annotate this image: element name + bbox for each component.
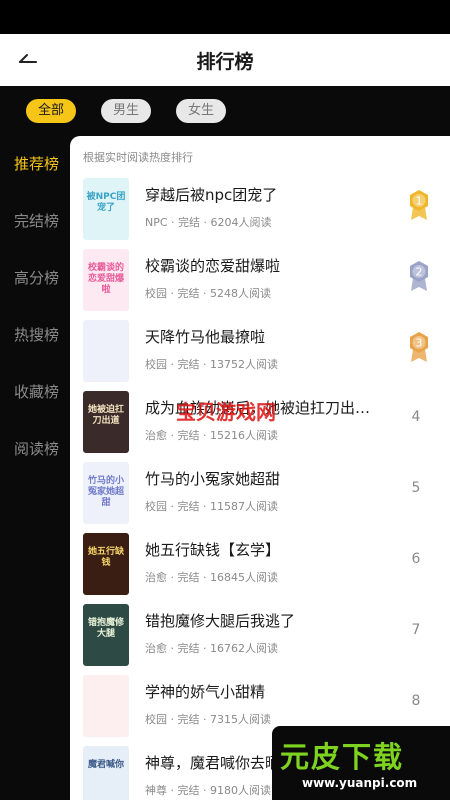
rank-number: 4 [411,409,421,425]
book-cover-text: 校霸谈的恋爱甜爆啦 [87,263,124,295]
book-cover-text: 她五行缺钱 [87,547,124,568]
tab-female[interactable]: 女生 [176,99,227,123]
sidebar-item-reading[interactable]: 阅读榜 [0,421,70,478]
book-meta: 校园 · 完结 · 13752人阅读 [145,358,278,371]
book-meta: 校园 · 完结 · 5248人阅读 [145,287,271,300]
book-title: 穿越后被npc团宠了 [145,186,278,204]
book-cover-text: 错抱魔修大腿 [87,618,124,639]
book-list-item[interactable]: 校霸谈的恋爱甜爆啦 校霸谈的恋爱甜爆啦校园 · 完结 · 5248人阅读 2 [70,249,450,320]
rank-medal-icon: 1 [410,190,428,220]
status-bar [0,0,450,34]
book-meta: 治愈 · 完结 · 16762人阅读 [145,642,278,655]
ranking-hint: 根据实时阅读热度排行 [83,151,193,164]
book-cover: 错抱魔修大腿 [83,604,129,666]
book-cover-text: 魔君喊你 [87,760,124,770]
book-title: 成为血族幼崽后，她被迫扛刀出… [145,399,371,417]
ranking-sidebar: 推荐榜 完结榜 高分榜 热搜榜 收藏榜 阅读榜 [0,136,70,478]
rank-number: 3 [416,337,423,350]
book-title: 校霸谈的恋爱甜爆啦 [145,257,281,275]
book-meta: 神尊 · 完结 · 9180人阅读 [145,784,271,797]
book-list-item[interactable]: 错抱魔修大腿 错抱魔修大腿后我逃了治愈 · 完结 · 16762人阅读 7 [70,604,450,675]
sidebar-item-favorites[interactable]: 收藏榜 [0,364,70,421]
watermark-corner-url: www.yuanpi.com [302,776,418,790]
book-list-item[interactable]: 她被迫扛刀出道 成为血族幼崽后，她被迫扛刀出… 治愈 · 完结 · 15216人阅读… [70,391,450,462]
sidebar-item-recommend[interactable]: 推荐榜 [0,136,70,193]
book-cover [83,675,129,737]
rank-number: 6 [411,551,421,567]
sidebar-item-hot-search[interactable]: 热搜榜 [0,307,70,364]
book-cover: 竹马的小冤家她超甜 [83,462,129,524]
back-button[interactable] [14,46,42,74]
book-cover [83,320,129,382]
ranking-page: 排行榜 全部 男生 女生 推荐榜 完结榜 高分榜 热搜榜 收藏榜 阅读榜 根据实… [0,0,450,800]
rank-number: 1 [416,195,423,208]
book-cover: 她五行缺钱 [83,533,129,595]
rank-number: 7 [411,622,421,638]
back-arrow-icon [19,54,37,63]
book-title: 竹马的小冤家她超甜 [145,470,281,488]
gender-tabs: 全部 男生 女生 [0,86,450,136]
book-cover-text: 被NPC团宠了 [86,192,126,213]
book-title: 天降竹马他最撩啦 [145,328,266,346]
book-cover-text: 竹马的小冤家她超甜 [87,476,124,508]
book-cover: 校霸谈的恋爱甜爆啦 [83,249,129,311]
book-list-item[interactable]: 被NPC团宠了 穿越后被npc团宠了 NPC · 完结 · 6204人阅读 1 [70,178,450,249]
ranking-list-panel: 根据实时阅读热度排行 被NPC团宠了 穿越后被npc团宠了 NPC · 完结 · 6… [70,136,450,800]
book-title: 她五行缺钱【玄学】 [145,541,281,559]
watermark-corner-main: 元皮下载 [280,740,405,774]
rank-medal-icon: 3 [410,332,428,362]
rank-medal-icon: 2 [410,261,428,291]
book-meta: 治愈 · 完结 · 16845人阅读 [145,571,278,584]
book-meta: 治愈 · 完结 · 15216人阅读 [145,429,278,442]
sidebar-item-high-score[interactable]: 高分榜 [0,250,70,307]
book-meta: NPC · 完结 · 6204人阅读 [145,216,272,229]
book-cover: 魔君喊你 [83,746,129,800]
rank-number: 2 [416,266,423,279]
book-cover: 被NPC团宠了 [83,178,129,240]
sidebar-item-completed[interactable]: 完结榜 [0,193,70,250]
book-list-item[interactable]: 竹马的小冤家她超甜 竹马的小冤家她超甜校园 · 完结 · 11587人阅读 5 [70,462,450,533]
rank-number: 5 [411,480,421,496]
page-title: 排行榜 [196,50,254,73]
book-title: 学神的娇气小甜精 [145,683,266,701]
book-cover-text: 她被迫扛刀出道 [87,405,124,426]
rank-number: 8 [411,693,421,709]
book-meta: 校园 · 完结 · 11587人阅读 [145,500,278,513]
tab-male[interactable]: 男生 [101,99,152,123]
book-list-item[interactable]: 天降竹马他最撩啦校园 · 完结 · 13752人阅读 3 [70,320,450,391]
tab-all[interactable]: 全部 [26,99,77,123]
book-meta: 校园 · 完结 · 7315人阅读 [145,713,271,726]
book-list-item[interactable]: 她五行缺钱 她五行缺钱【玄学】治愈 · 完结 · 16845人阅读 6 [70,533,450,604]
book-cover: 她被迫扛刀出道 [83,391,129,453]
app-header: 排行榜 [0,34,450,86]
watermark-corner: 元皮下载 www.yuanpi.com [272,726,450,800]
book-title: 错抱魔修大腿后我逃了 [145,612,296,630]
